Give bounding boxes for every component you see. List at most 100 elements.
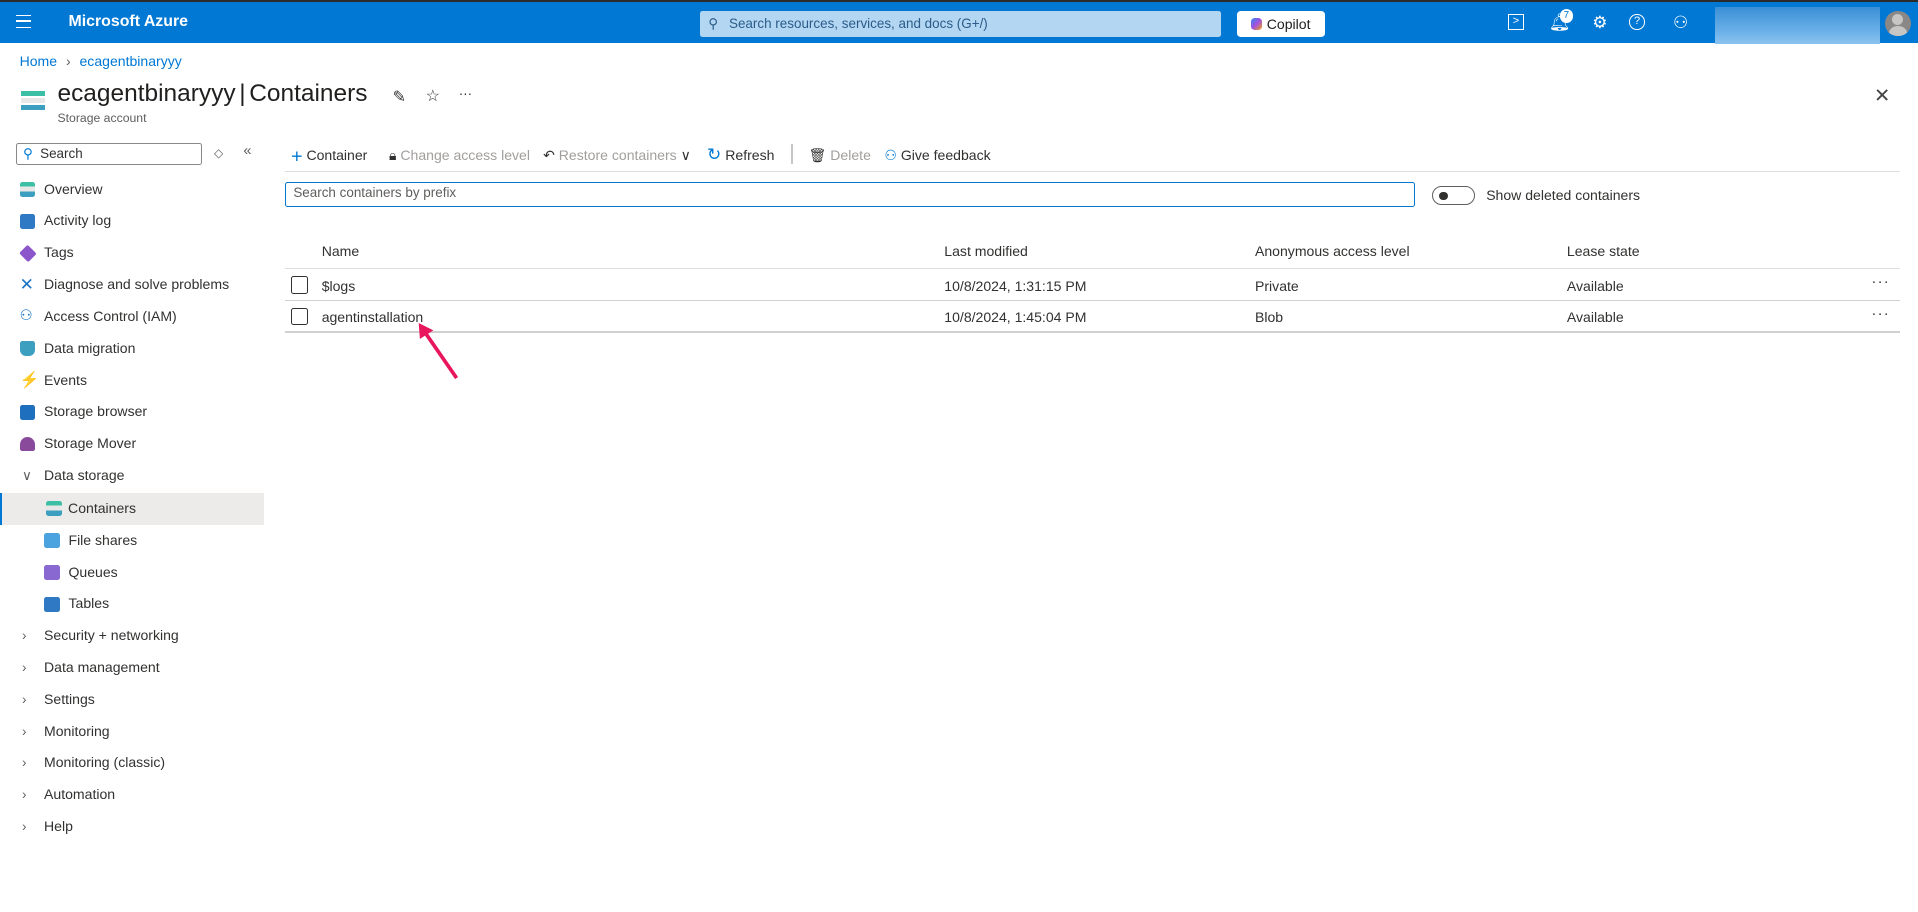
breadcrumb-home[interactable]: Home — [20, 53, 57, 69]
chevron-down-icon: ∨ — [680, 147, 691, 164]
favorite-star-icon[interactable]: ☆ — [426, 86, 440, 106]
row-more-button[interactable]: ··· — [1871, 274, 1889, 290]
refresh-button[interactable]: ↻ Refresh — [707, 144, 774, 166]
tag-icon — [18, 244, 37, 262]
refresh-icon: ↻ — [707, 145, 722, 165]
sidebar-item-queues[interactable]: Queues — [0, 557, 264, 589]
column-header-last-modified[interactable]: Last modified — [944, 243, 1028, 259]
show-deleted-toggle[interactable] — [1432, 185, 1476, 206]
sidebar-label: Security + networking — [44, 627, 179, 644]
storage-account-icon — [20, 90, 46, 114]
search-icon: ⚲ — [708, 15, 719, 31]
sidebar-item-containers[interactable]: Containers — [0, 492, 265, 525]
button-label: Restore containers — [558, 147, 677, 164]
top-bar: Microsoft Azure ⚲ Search resources, servi… — [0, 0, 1918, 44]
global-search-input[interactable]: ⚲ Search resources, services, and docs (G… — [699, 10, 1221, 38]
sidebar-label: Diagnose and solve problems — [44, 276, 230, 293]
column-header-name[interactable]: Name — [322, 243, 359, 259]
toolbar-divider-line — [285, 171, 1900, 173]
sidebar-item-tables[interactable]: Tables — [0, 588, 264, 620]
last-modified-cell: 10/8/2024, 1:45:04 PM — [944, 309, 1087, 326]
help-icon[interactable]: ? — [1629, 14, 1645, 30]
sidebar-label: Containers — [68, 499, 136, 516]
sort-icon[interactable]: ◇ — [214, 146, 223, 160]
sidebar-search-input[interactable]: ⚲ Search — [15, 143, 202, 166]
row-divider — [285, 331, 1900, 333]
cloud-shell-icon[interactable]: > — [1508, 14, 1524, 30]
column-header-access-level[interactable]: Anonymous access level — [1255, 243, 1410, 259]
button-label: Refresh — [725, 147, 775, 164]
sidebar-label: Tables — [68, 595, 110, 612]
sidebar-item-iam[interactable]: ⚇ Access Control (IAM) — [0, 301, 264, 333]
feedback-icon: ⚇ — [884, 147, 897, 164]
sidebar-item-storage-browser[interactable]: Storage browser — [0, 396, 264, 428]
access-level-cell: Private — [1255, 277, 1299, 294]
chevron-right-icon: › — [22, 818, 27, 834]
brand-title[interactable]: Microsoft Azure — [68, 13, 187, 31]
column-header-lease-state[interactable]: Lease state — [1567, 243, 1640, 259]
delete-button[interactable]: 🗑︎ Delete — [809, 144, 871, 166]
sidebar-label: Tags — [44, 244, 74, 261]
sidebar-item-tags[interactable]: Tags — [0, 237, 264, 269]
copilot-button[interactable]: Copilot — [1236, 10, 1325, 38]
sidebar-item-overview[interactable]: Overview — [0, 174, 264, 206]
sidebar-label: Monitoring — [44, 722, 110, 739]
sidebar-group-data-storage[interactable]: ∨ Data storage — [0, 460, 264, 492]
lock-icon: 🔒︎ — [388, 147, 397, 164]
copilot-icon — [1250, 17, 1262, 30]
storage-mover-icon — [19, 436, 36, 452]
sidebar-group-settings[interactable]: › Settings — [0, 684, 264, 716]
add-container-button[interactable]: + Container — [291, 144, 368, 168]
pin-icon[interactable]: ✎ — [393, 87, 406, 107]
give-feedback-button[interactable]: ⚇ Give feedback — [884, 144, 990, 166]
sidebar-label: Activity log — [44, 212, 112, 229]
sidebar-group-monitoring-classic-[interactable]: › Monitoring (classic) — [0, 747, 264, 779]
row-checkbox[interactable] — [291, 276, 309, 294]
container-prefix-search[interactable]: Search containers by prefix — [285, 182, 1416, 207]
button-label: Give feedback — [900, 147, 991, 164]
close-icon[interactable]: ✕ — [1874, 84, 1890, 108]
search-placeholder: Search resources, services, and docs (G+… — [729, 15, 988, 31]
sidebar-group-data-management[interactable]: › Data management — [0, 652, 264, 684]
feedback-icon[interactable]: ⚇ — [1670, 13, 1692, 33]
chevron-right-icon: › — [22, 723, 27, 739]
settings-icon[interactable]: ⚙ — [1589, 13, 1611, 33]
sidebar-label: Data storage — [44, 466, 125, 483]
button-label: Delete — [830, 147, 871, 164]
button-label: Change access level — [400, 147, 530, 164]
wrench-icon: ✕ — [19, 275, 34, 295]
avatar[interactable] — [1884, 10, 1911, 37]
button-label: Container — [306, 147, 368, 164]
row-checkbox[interactable] — [291, 308, 309, 326]
sidebar-group-automation[interactable]: › Automation — [0, 779, 264, 811]
sidebar-item-events[interactable]: ⚡ Events — [0, 365, 264, 397]
notification-badge: 7 — [1559, 9, 1574, 23]
annotation-arrow — [418, 322, 458, 380]
collapse-sidebar-icon[interactable]: « — [243, 143, 251, 159]
plus-icon: + — [291, 145, 303, 168]
row-more-button[interactable]: ··· — [1871, 306, 1889, 322]
hamburger-menu-icon[interactable] — [15, 15, 31, 28]
sidebar-item-file-shares[interactable]: File shares — [0, 525, 264, 557]
more-options-button[interactable]: ··· — [459, 86, 472, 101]
account-info[interactable] — [1714, 6, 1881, 44]
breadcrumb-chevron-icon: › — [66, 52, 71, 69]
container-name-link[interactable]: $logs — [322, 278, 356, 294]
sidebar-item-activity-log[interactable]: Activity log — [0, 205, 264, 237]
last-modified-cell: 10/8/2024, 1:31:15 PM — [944, 277, 1087, 294]
sidebar-group-security-networking[interactable]: › Security + networking — [0, 620, 264, 652]
sidebar-group-monitoring[interactable]: › Monitoring — [0, 716, 264, 748]
lightning-icon: ⚡ — [19, 371, 40, 389]
change-access-level-button[interactable]: 🔒︎ Change access level — [389, 144, 530, 166]
sidebar-group-help[interactable]: › Help — [0, 811, 264, 843]
breadcrumb-resource[interactable]: ecagentbinaryyy — [80, 53, 182, 69]
undo-icon: ↶ — [543, 147, 555, 164]
sidebar-item-data-migration[interactable]: Data migration — [0, 333, 264, 365]
sidebar-item-storage-mover[interactable]: Storage Mover — [0, 428, 264, 460]
sidebar-item-diagnose[interactable]: ✕ Diagnose and solve problems — [0, 269, 264, 301]
lease-state-cell: Available — [1566, 277, 1624, 294]
resource-name: ecagentbinaryyy — [57, 79, 236, 107]
restore-containers-button[interactable]: ↶ Restore containers ∨ — [543, 144, 691, 166]
toolbar-divider — [791, 144, 793, 164]
queues-icon — [44, 565, 60, 580]
